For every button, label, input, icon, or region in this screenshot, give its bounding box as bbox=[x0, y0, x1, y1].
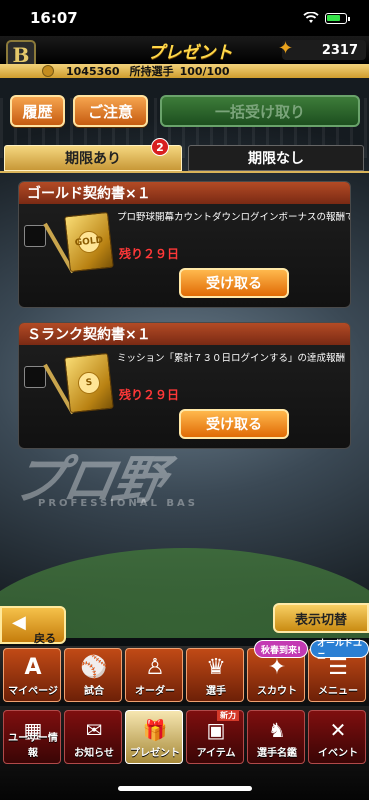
status-icons bbox=[303, 12, 350, 24]
menu-label: 選手名鑑 bbox=[257, 748, 297, 759]
present-expiry: 残り２９日 bbox=[119, 388, 180, 402]
menu-game[interactable]: ⚾ 試合 bbox=[64, 648, 122, 702]
receive-button[interactable]: 受け取る bbox=[179, 268, 289, 298]
owned-players-count: 100/100 bbox=[179, 64, 230, 78]
present-card: Ｓランク契約書×１ S ミッション「累計７３０日ログインする」の達成報酬 残り２… bbox=[18, 322, 351, 449]
info-bar: 1045360 所持選手 100/100 bbox=[0, 64, 369, 78]
menu-event[interactable]: ✕ イベント bbox=[308, 710, 366, 764]
present-description: ミッション「累計７３０日ログインする」の達成報酬 bbox=[117, 353, 346, 364]
owned-players-label: 所持選手 bbox=[129, 65, 174, 78]
s-rank-contract-icon: S bbox=[64, 352, 114, 414]
home-indicator[interactable] bbox=[118, 786, 252, 791]
present-description: プロ野球開幕カウントダウンログインボーナスの報酬です bbox=[117, 212, 351, 223]
display-toggle-button[interactable]: 表示切替 bbox=[273, 603, 369, 633]
menu-label: マイページ bbox=[8, 686, 58, 697]
gold-contract-icon: GOLD bbox=[64, 211, 114, 273]
present-expiry: 残り２９日 bbox=[119, 247, 180, 261]
money-amount: 1045360 bbox=[66, 64, 120, 78]
gift-icon: 🎁 bbox=[142, 718, 168, 742]
contract-seal: GOLD bbox=[74, 229, 104, 255]
back-button-label: 戻る bbox=[34, 632, 56, 645]
menu-players[interactable]: ♛ 選手 bbox=[186, 648, 244, 702]
event-icon: ✕ bbox=[329, 718, 347, 742]
menu-player-directory[interactable]: ♞ 選手名鑑 bbox=[247, 710, 305, 764]
menu-mypage[interactable]: A マイページ bbox=[3, 648, 61, 702]
coin-amount: 2317 bbox=[321, 42, 358, 58]
menu-label: プレゼント bbox=[130, 748, 180, 759]
present-title: Ｓランク契約書×１ bbox=[19, 323, 350, 345]
status-bar: 16:07 bbox=[0, 0, 369, 36]
tab-underline bbox=[0, 171, 369, 173]
coin-icon: ✦ bbox=[278, 38, 294, 59]
menu-label: イベント bbox=[318, 748, 358, 759]
menu-label: メニュー bbox=[318, 686, 358, 697]
notice-button[interactable]: ご注意 bbox=[73, 95, 148, 127]
baseball-field-icon: ⚾ bbox=[80, 654, 108, 680]
bulk-receive-button[interactable]: 一括受け取り bbox=[160, 95, 360, 127]
menu-label: お知らせ bbox=[74, 748, 114, 759]
tab-badge: 2 bbox=[151, 138, 169, 156]
page-title: プレゼント bbox=[147, 43, 233, 63]
menu-present[interactable]: 🎁 プレゼント bbox=[125, 710, 183, 764]
present-card: ゴールド契約書×１ GOLD プロ野球開幕カウントダウンログインボーナスの報酬で… bbox=[18, 181, 351, 308]
menu-label: オーダー bbox=[135, 686, 175, 697]
coin-counter[interactable]: ✦ 2317 bbox=[278, 38, 366, 60]
present-checkbox[interactable] bbox=[24, 225, 46, 247]
status-time: 16:07 bbox=[30, 9, 78, 27]
order-icon: ♙ bbox=[145, 654, 165, 680]
player-directory-icon: ♞ bbox=[268, 718, 286, 742]
menu-news[interactable]: ✉ お知らせ bbox=[64, 710, 122, 764]
new-tag: 新力 bbox=[217, 710, 239, 721]
battery-icon bbox=[325, 12, 350, 24]
contract-seal: S bbox=[76, 370, 102, 396]
wifi-icon bbox=[303, 12, 319, 23]
menu-user-info[interactable]: ▦ ユーザー情報 bbox=[3, 710, 61, 764]
background-brand-subtext: PROFESSIONAL BAS bbox=[38, 498, 198, 509]
menu-promo-bubble: オールドユニ bbox=[310, 639, 369, 662]
menu-order[interactable]: ♙ オーダー bbox=[125, 648, 183, 702]
tab-no-expiry[interactable]: 期限なし bbox=[188, 145, 364, 171]
history-button[interactable]: 履歴 bbox=[10, 95, 65, 127]
news-icon: ✉ bbox=[85, 718, 103, 742]
menu-label: アイテム bbox=[196, 748, 236, 759]
menu-label: ユーザー情報 bbox=[8, 733, 58, 759]
menu-label: 選手 bbox=[206, 686, 226, 697]
menu-label: 試合 bbox=[84, 686, 104, 697]
back-button[interactable]: ◀ 戻る bbox=[0, 606, 66, 645]
back-arrow-icon: ◀ bbox=[12, 612, 26, 633]
mypage-icon: A bbox=[24, 654, 42, 680]
present-checkbox[interactable] bbox=[24, 366, 46, 388]
menu-label: スカウト bbox=[257, 686, 297, 697]
present-title: ゴールド契約書×１ bbox=[19, 182, 350, 204]
player-icon: ♛ bbox=[206, 654, 226, 680]
scout-promo-bubble: 秋春到来! bbox=[254, 640, 309, 658]
receive-button[interactable]: 受け取る bbox=[179, 409, 289, 439]
money-icon bbox=[42, 65, 54, 77]
